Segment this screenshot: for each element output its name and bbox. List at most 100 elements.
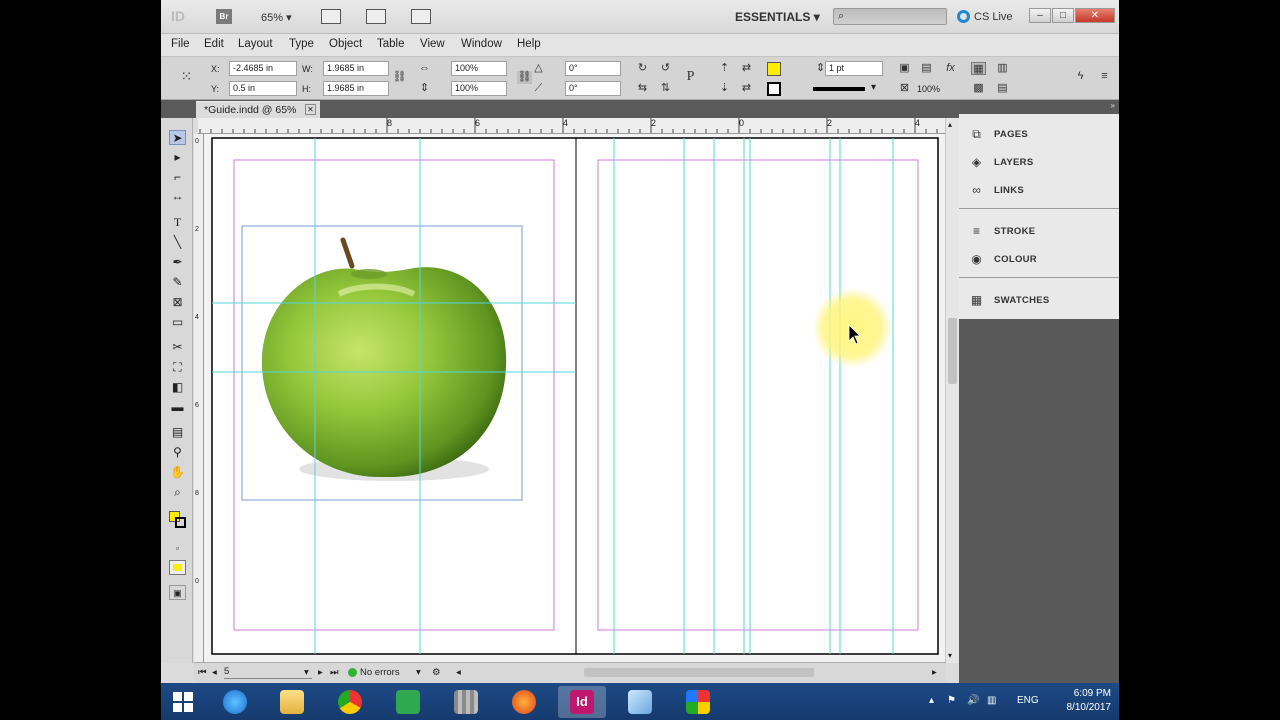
fit-frame-icon[interactable]: ▥: [995, 62, 1010, 75]
scroll-up-icon[interactable]: ▴: [948, 120, 952, 129]
last-page-icon[interactable]: ⏭: [330, 667, 339, 678]
panel-stroke[interactable]: ≡ STROKE: [959, 220, 1119, 244]
taskbar-internet-explorer[interactable]: [211, 686, 259, 718]
eyedropper-tool-icon[interactable]: ⚲: [169, 445, 186, 460]
menu-window[interactable]: Window: [461, 38, 502, 50]
constrain-scale-icon[interactable]: ⛓: [517, 71, 532, 84]
menu-edit[interactable]: Edit: [204, 38, 224, 50]
hand-tool-icon[interactable]: ✋: [169, 465, 186, 480]
view-options-icon[interactable]: [321, 9, 341, 24]
type-tool-icon[interactable]: T: [169, 215, 186, 230]
normal-view-mode-icon[interactable]: ▣: [169, 585, 186, 600]
select-content-icon[interactable]: ⇣: [717, 82, 732, 95]
panel-pages[interactable]: ⧉ PAGES: [959, 123, 1119, 147]
horizontal-ruler[interactable]: 8 6 4 2 0 2 4: [198, 118, 951, 134]
center-content-icon[interactable]: ▤: [995, 82, 1010, 95]
shear-angle-field[interactable]: 0°: [565, 81, 621, 96]
document-tab[interactable]: *Guide.indd @ 65% ✕: [196, 101, 320, 118]
lightning-icon[interactable]: ϟ: [1073, 70, 1088, 83]
rectangle-tool-icon[interactable]: ▭: [169, 315, 186, 330]
rotate-cw-icon[interactable]: ↻: [635, 62, 650, 75]
vertical-scroll-thumb[interactable]: [948, 318, 957, 384]
page-dropdown-icon[interactable]: ▾: [304, 667, 309, 678]
x-field[interactable]: -2.4685 in: [229, 61, 297, 76]
stroke-color-icon[interactable]: [175, 517, 186, 528]
workspace-switcher[interactable]: ESSENTIALS ▾: [735, 10, 820, 24]
menu-table[interactable]: Table: [377, 38, 405, 50]
cs-live-button[interactable]: CS Live: [957, 10, 1013, 23]
screen-mode-icon[interactable]: [366, 9, 386, 24]
taskbar-notepad[interactable]: [616, 686, 664, 718]
zoom-level-dropdown[interactable]: 65% ▾: [261, 11, 292, 24]
menu-help[interactable]: Help: [517, 38, 541, 50]
stroke-weight-field[interactable]: 1 pt: [825, 61, 883, 76]
rectangle-frame-tool-icon[interactable]: ⊠: [169, 295, 186, 310]
taskbar-app[interactable]: [442, 686, 490, 718]
taskbar-paint[interactable]: [674, 686, 722, 718]
effects-icon[interactable]: ▤: [919, 62, 934, 75]
rotate-ccw-icon[interactable]: ↺: [658, 62, 673, 75]
fill-swatch[interactable]: [767, 62, 781, 76]
network-icon[interactable]: ▥: [987, 695, 996, 706]
panel-links[interactable]: ∞ LINKS: [959, 179, 1119, 203]
scale-y-field[interactable]: 100%: [451, 81, 507, 96]
taskbar-file-explorer[interactable]: [268, 686, 316, 718]
vertical-scrollbar[interactable]: ▴ ▾: [945, 118, 959, 663]
flip-horizontal-icon[interactable]: ⇆: [635, 82, 650, 95]
scroll-down-icon[interactable]: ▾: [948, 651, 952, 660]
line-tool-icon[interactable]: ╲: [169, 235, 186, 250]
free-transform-tool-icon[interactable]: ⛶: [169, 360, 186, 375]
collapse-panels-icon[interactable]: »: [1111, 101, 1115, 110]
taskbar-chrome[interactable]: [326, 686, 374, 718]
panel-colour[interactable]: ◉ COLOUR: [959, 248, 1119, 272]
first-page-icon[interactable]: ⏮: [198, 667, 207, 678]
close-button[interactable]: ✕: [1075, 8, 1115, 23]
menu-view[interactable]: View: [420, 38, 445, 50]
taskbar-indesign[interactable]: Id: [558, 686, 606, 718]
reference-point-icon[interactable]: ⁙: [179, 69, 194, 83]
speaker-icon[interactable]: 🔊: [967, 695, 979, 706]
gradient-swatch-tool-icon[interactable]: ◧: [169, 380, 186, 395]
previous-page-icon[interactable]: ◂: [212, 667, 217, 678]
select-next-icon[interactable]: ⇄: [739, 82, 754, 95]
taskbar-clock[interactable]: 6:09 PM 8/10/2017: [1067, 687, 1112, 715]
maximize-button[interactable]: □: [1052, 8, 1074, 23]
gap-tool-icon[interactable]: ↔: [169, 189, 186, 204]
stroke-type-dropdown[interactable]: ▾: [871, 82, 876, 93]
start-button[interactable]: [161, 686, 205, 718]
show-hidden-icons[interactable]: ▴: [929, 695, 934, 706]
menu-type[interactable]: Type: [289, 38, 314, 50]
arrange-documents-icon[interactable]: [411, 9, 431, 24]
preflight-menu-icon[interactable]: ▾: [416, 667, 421, 678]
height-field[interactable]: 1.9685 in: [323, 81, 389, 96]
menu-layout[interactable]: Layout: [238, 38, 273, 50]
horizontal-scroll-thumb[interactable]: [584, 668, 814, 677]
open-file-icon[interactable]: ⚙: [432, 667, 441, 678]
opacity-value[interactable]: 100%: [917, 84, 940, 94]
flag-icon[interactable]: ⚑: [947, 695, 956, 706]
vertical-ruler[interactable]: 0 2 4 6 8 0: [194, 134, 204, 662]
close-tab-icon[interactable]: ✕: [305, 104, 316, 115]
flip-vertical-icon[interactable]: ⇅: [658, 82, 673, 95]
scissors-tool-icon[interactable]: ✂: [169, 340, 186, 355]
menu-file[interactable]: File: [171, 38, 190, 50]
scroll-left-icon[interactable]: ◂: [456, 667, 461, 678]
stroke-swatch[interactable]: [767, 82, 781, 96]
auto-fit-icon[interactable]: ▦: [971, 62, 986, 75]
direct-selection-tool-icon[interactable]: ▸: [169, 150, 186, 165]
formatting-container-icon[interactable]: ▫: [169, 541, 186, 556]
constrain-proportions-icon[interactable]: ⛓: [392, 71, 407, 84]
fit-content-icon[interactable]: ▩: [971, 82, 986, 95]
page-tool-icon[interactable]: ⌐: [169, 170, 186, 185]
taskbar-firefox[interactable]: [500, 686, 548, 718]
apply-color-icon[interactable]: [169, 560, 186, 575]
y-field[interactable]: 0.5 in: [229, 81, 297, 96]
select-container-icon[interactable]: ⇡: [717, 62, 732, 75]
gradient-feather-tool-icon[interactable]: ▬: [169, 400, 186, 415]
note-tool-icon[interactable]: ▤: [169, 425, 186, 440]
next-page-icon[interactable]: ▸: [318, 667, 323, 678]
pencil-tool-icon[interactable]: ✎: [169, 275, 186, 290]
minimize-button[interactable]: –: [1029, 8, 1051, 23]
select-previous-icon[interactable]: ⇄: [739, 62, 754, 75]
page-number-field[interactable]: 5: [224, 666, 312, 679]
